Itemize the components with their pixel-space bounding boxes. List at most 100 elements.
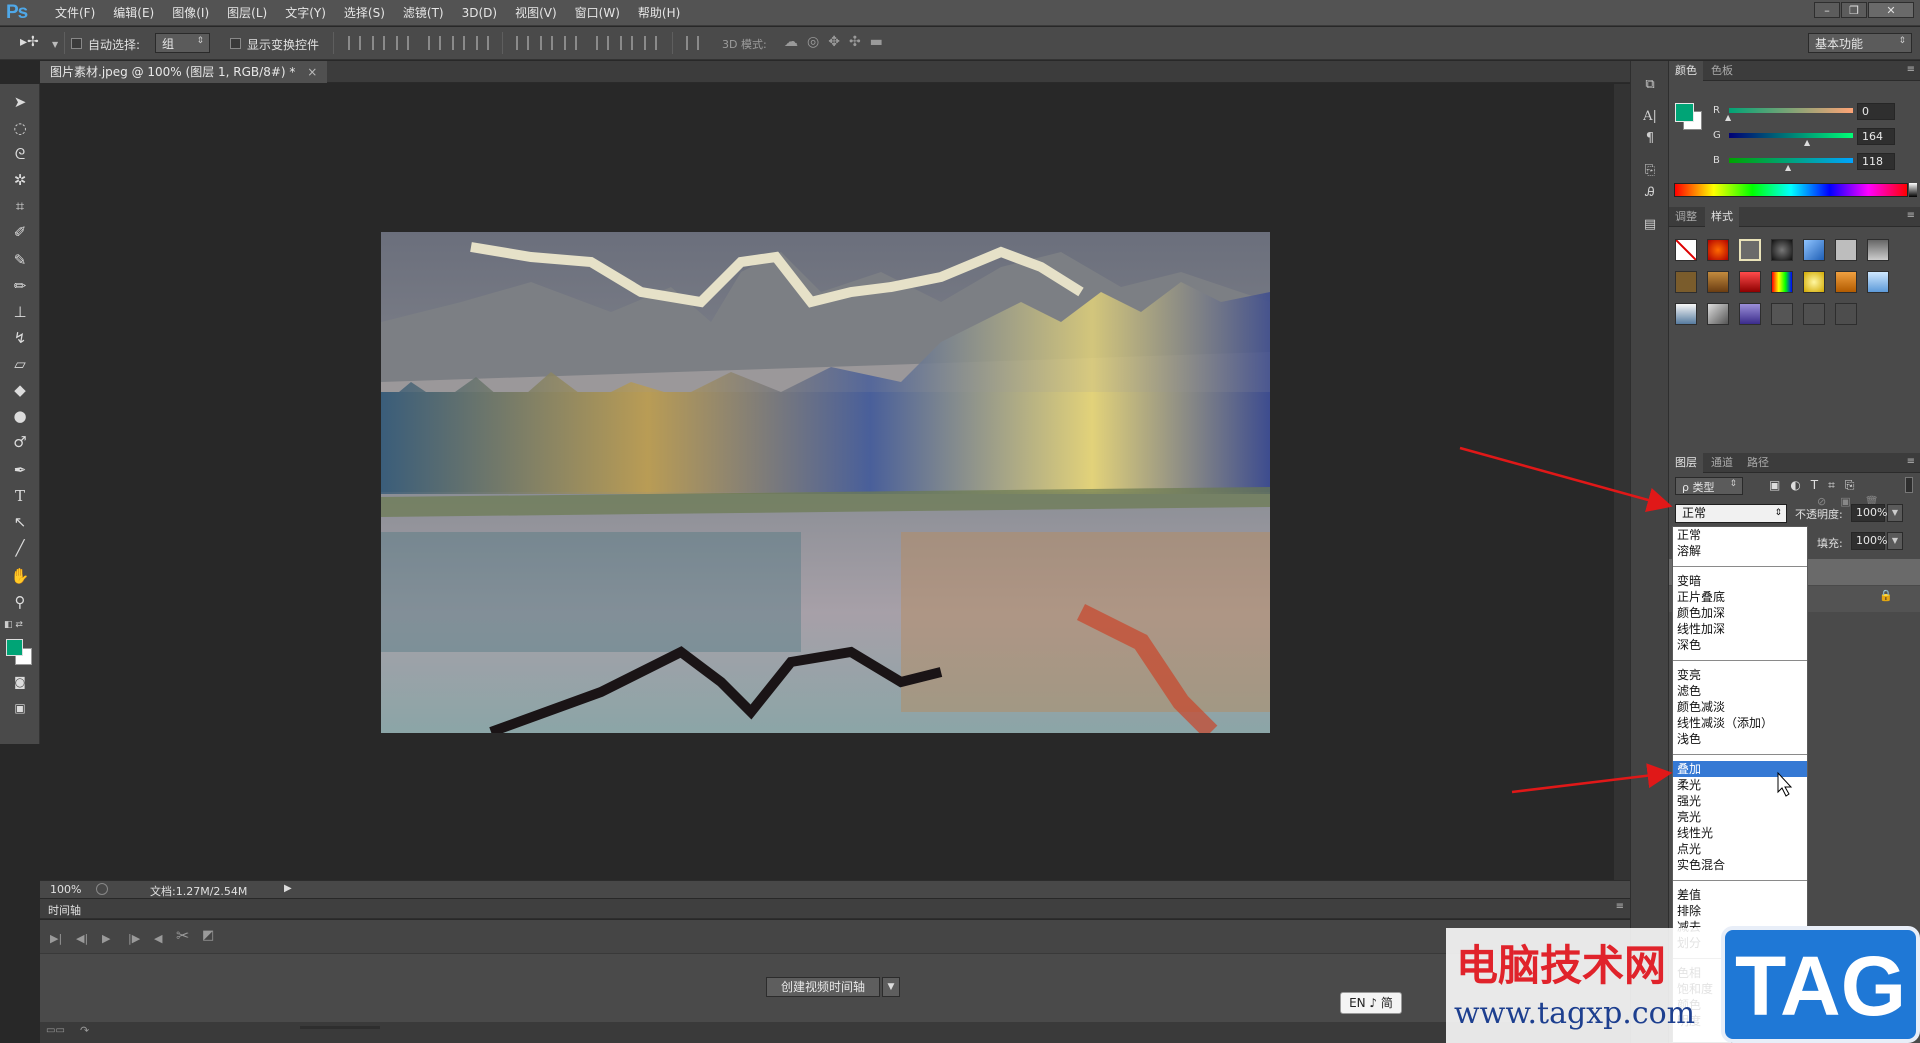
frames-icon[interactable]: ▭▭ bbox=[46, 1025, 65, 1036]
blend-mode-option[interactable]: 变暗 bbox=[1673, 573, 1807, 589]
blend-mode-option[interactable]: 溶解 bbox=[1673, 543, 1807, 559]
eraser-icon[interactable]: ▱ bbox=[6, 352, 34, 376]
paragraph-icon[interactable]: ¶ bbox=[1640, 129, 1660, 149]
bw-ramp[interactable] bbox=[1909, 183, 1917, 197]
move-tool-icon[interactable]: ▸✢ bbox=[20, 34, 39, 50]
blend-mode-option[interactable]: 叠加 bbox=[1673, 761, 1807, 777]
tab-layers[interactable]: 图层 bbox=[1669, 453, 1703, 473]
blend-mode-option[interactable]: 强光 bbox=[1673, 793, 1807, 809]
tab-adjustments[interactable]: 调整 bbox=[1669, 207, 1703, 227]
crop-tool-icon[interactable]: ⌗ bbox=[6, 194, 34, 218]
prev-frame-icon[interactable]: ◀| bbox=[76, 932, 88, 945]
marquee-tool-icon[interactable]: ◌ bbox=[6, 116, 34, 140]
blend-mode-option[interactable]: 深色 bbox=[1673, 637, 1807, 653]
filter-toggle[interactable] bbox=[1905, 477, 1913, 493]
go-first-frame-icon[interactable]: ▶| bbox=[50, 932, 62, 945]
play-icon[interactable]: ▶ bbox=[102, 932, 110, 945]
ime-indicator[interactable]: EN ♪ 简 bbox=[1340, 992, 1402, 1014]
tab-swatches[interactable]: 色板 bbox=[1705, 61, 1739, 81]
eyedropper-icon[interactable]: ✐ bbox=[6, 220, 34, 244]
align-vcenter-icon[interactable] bbox=[372, 36, 385, 50]
fill-value[interactable]: 100% bbox=[1851, 532, 1887, 550]
character-icon[interactable]: A| bbox=[1640, 107, 1660, 127]
auto-select-checkbox[interactable] bbox=[71, 38, 82, 49]
blend-mode-option[interactable]: 正片叠底 bbox=[1673, 589, 1807, 605]
vertical-scrollbar[interactable] bbox=[1614, 84, 1630, 880]
style-swatch[interactable] bbox=[1803, 239, 1825, 261]
distribute-bottom-icon[interactable] bbox=[564, 36, 577, 50]
path-select-icon[interactable]: ↖ bbox=[6, 510, 34, 534]
audio-icon[interactable]: ◀ bbox=[154, 932, 162, 945]
transition-icon[interactable]: ◩ bbox=[202, 928, 214, 943]
menu-edit[interactable]: 编辑(E) bbox=[104, 0, 163, 26]
zoom-level[interactable]: 100% bbox=[50, 883, 81, 896]
blur-tool-icon[interactable]: ● bbox=[6, 404, 34, 428]
workspace-dropdown[interactable]: 基本功能 ⇕ bbox=[1808, 33, 1912, 53]
panel-menu-icon[interactable]: ≡ bbox=[1907, 456, 1915, 467]
show-transform-checkbox[interactable] bbox=[230, 38, 241, 49]
style-swatch[interactable] bbox=[1675, 271, 1697, 293]
distribute-left-icon[interactable] bbox=[596, 36, 609, 50]
style-swatch[interactable] bbox=[1675, 303, 1697, 325]
blend-mode-option[interactable]: 颜色减淡 bbox=[1673, 699, 1807, 715]
tab-paths[interactable]: 路径 bbox=[1741, 453, 1775, 473]
layer-filter-icons[interactable]: ▣◐T⌗⎘ bbox=[1769, 478, 1865, 493]
style-swatch[interactable] bbox=[1739, 303, 1761, 325]
quick-mask-icon[interactable]: ◙ bbox=[6, 670, 34, 694]
channel-b-value[interactable]: 118 bbox=[1857, 153, 1895, 170]
channel-r-thumb[interactable]: ▲ bbox=[1725, 113, 1731, 122]
menu-file[interactable]: 文件(F) bbox=[46, 0, 104, 26]
split-scissors-icon[interactable]: ✂ bbox=[176, 926, 189, 945]
menu-type[interactable]: 文字(Y) bbox=[276, 0, 335, 26]
style-swatch[interactable] bbox=[1835, 303, 1857, 325]
auto-select-dropdown[interactable]: 组 ⇕ bbox=[155, 33, 210, 53]
create-video-timeline-button[interactable]: 创建视频时间轴 bbox=[766, 977, 880, 997]
menu-view[interactable]: 视图(V) bbox=[506, 0, 566, 26]
opacity-value[interactable]: 100% bbox=[1851, 504, 1887, 522]
blend-mode-option[interactable]: 排除 bbox=[1673, 903, 1807, 919]
render-video-icon[interactable]: ↷ bbox=[80, 1024, 89, 1037]
channel-g-thumb[interactable]: ▲ bbox=[1804, 138, 1810, 147]
zoom-slider[interactable] bbox=[300, 1026, 380, 1029]
menu-layer[interactable]: 图层(L) bbox=[218, 0, 276, 26]
blend-mode-option[interactable]: 颜色加深 bbox=[1673, 605, 1807, 621]
hand-tool-icon[interactable]: ✋ bbox=[6, 564, 34, 588]
style-swatch[interactable] bbox=[1835, 239, 1857, 261]
magic-wand-icon[interactable]: ✲ bbox=[6, 168, 34, 192]
character-styles-icon[interactable]: Ꭿ bbox=[1640, 183, 1660, 203]
timeline-title[interactable]: 时间轴 bbox=[48, 902, 81, 918]
color-spectrum-bar[interactable] bbox=[1674, 183, 1908, 197]
blend-mode-option[interactable]: 浅色 bbox=[1673, 731, 1807, 747]
style-swatch[interactable] bbox=[1707, 239, 1729, 261]
panel-menu-icon[interactable]: ≡ bbox=[1616, 901, 1624, 912]
align-right-icon[interactable] bbox=[476, 36, 489, 50]
minimize-icon[interactable]: – bbox=[1814, 2, 1840, 18]
pen-tool-icon[interactable]: ✒ bbox=[6, 458, 34, 482]
blend-mode-dropdown[interactable]: 正常 ⇕ bbox=[1675, 504, 1787, 523]
screen-mode-icon[interactable]: ▣ bbox=[6, 696, 34, 720]
color-foreground-swatch[interactable] bbox=[1675, 103, 1694, 122]
menu-select[interactable]: 选择(S) bbox=[335, 0, 394, 26]
share-icon[interactable] bbox=[96, 883, 108, 895]
document-info[interactable]: 文档:1.27M/2.54M bbox=[150, 883, 247, 899]
distribute-top-icon[interactable] bbox=[516, 36, 529, 50]
fill-dropdown-icon[interactable]: ▼ bbox=[1887, 532, 1903, 550]
style-none-swatch[interactable] bbox=[1675, 239, 1697, 261]
next-frame-icon[interactable]: |▶ bbox=[128, 932, 140, 945]
history-brush-icon[interactable]: ↯ bbox=[6, 326, 34, 350]
zoom-tool-icon[interactable]: ⚲ bbox=[6, 590, 34, 614]
document-tab[interactable]: 图片素材.jpeg @ 100% (图层 1, RGB/8#) * × bbox=[40, 61, 328, 83]
style-swatch[interactable] bbox=[1707, 271, 1729, 293]
type-tool-icon[interactable]: T bbox=[6, 484, 34, 508]
opacity-dropdown-icon[interactable]: ▼ bbox=[1887, 504, 1903, 522]
align-left-icon[interactable] bbox=[428, 36, 441, 50]
channel-g-slider[interactable] bbox=[1729, 133, 1853, 138]
healing-brush-icon[interactable]: ✎ bbox=[6, 248, 34, 272]
default-colors-icon[interactable]: ◧ ⇄ bbox=[4, 620, 23, 630]
document-image[interactable] bbox=[381, 232, 1270, 733]
channel-r-value[interactable]: 0 bbox=[1857, 103, 1895, 120]
blend-mode-option[interactable]: 亮光 bbox=[1673, 809, 1807, 825]
menu-image[interactable]: 图像(I) bbox=[163, 0, 218, 26]
brush-tool-icon[interactable]: ✏ bbox=[6, 274, 34, 298]
style-swatch[interactable] bbox=[1771, 239, 1793, 261]
